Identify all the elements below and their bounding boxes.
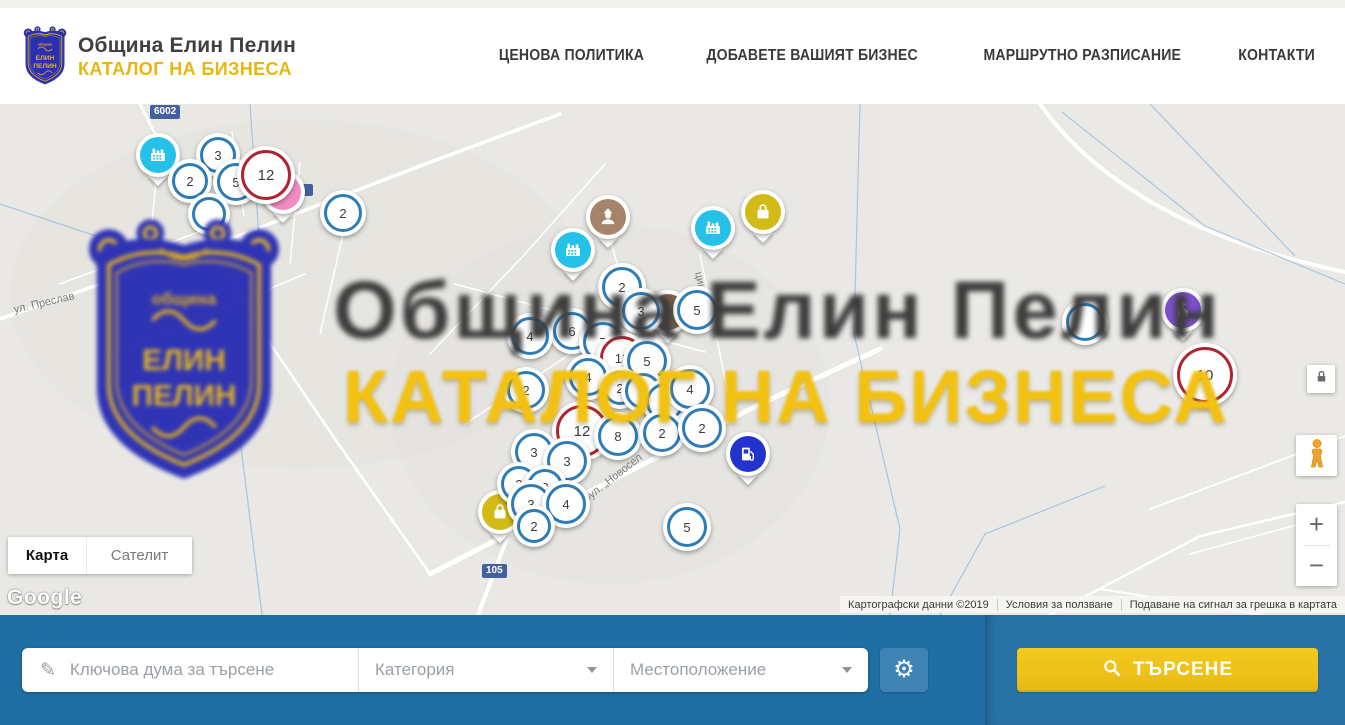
attribution-copyright: Картографски данни ©2019 <box>840 599 997 611</box>
main-nav: ЦЕНОВА ПОЛИТИКА ДОБАВЕТЕ ВАШИЯТ БИЗНЕС М… <box>489 8 1320 104</box>
zoom-control: + − <box>1296 504 1337 586</box>
nav-item-add-business[interactable]: ДОБАВЕТЕ ВАШИЯТ БИЗНЕС <box>707 47 918 65</box>
attribution-report-error-link[interactable]: Подаване на сигнал за грешка в картата <box>1121 599 1345 611</box>
pencil-icon: ✎ <box>40 659 56 682</box>
svg-text:ПЕЛИН: ПЕЛИН <box>33 63 57 70</box>
zoom-in-button[interactable]: + <box>1296 504 1337 545</box>
category-select-value: Категория <box>375 660 454 680</box>
location-select-value: Местоположение <box>630 660 766 680</box>
gear-icon: ⚙ <box>893 658 915 682</box>
nav-item-pricing[interactable]: ЦЕНОВА ПОЛИТИКА <box>499 47 644 65</box>
search-icon <box>1102 658 1122 683</box>
site-title: Община Елин Пелин КАТАЛОГ НА БИЗНЕСА <box>78 34 296 80</box>
keyword-field[interactable]: ✎ <box>22 648 358 692</box>
chevron-down-icon <box>587 667 597 673</box>
satellite-view-button[interactable]: Сателит <box>86 537 192 574</box>
search-fields-group: ✎ Категория Местоположение <box>22 648 868 692</box>
page: община ЕЛИНПЕЛИН Община Елин Пелин КАТАЛО… <box>0 0 1345 725</box>
nav-item-route-schedule[interactable]: МАРШРУТНО РАЗПИСАНИЕ <box>984 47 1182 65</box>
map-attribution: Картографски данни ©2019 Условия за полз… <box>840 596 1345 613</box>
lock-icon <box>1314 369 1329 389</box>
nav-item-contacts[interactable]: КОНТАКТИ <box>1238 47 1315 65</box>
header: община ЕЛИНПЕЛИН Община Елин Пелин КАТАЛО… <box>0 8 1345 105</box>
site-title-line1: Община Елин Пелин <box>78 34 296 59</box>
lock-button[interactable] <box>1307 365 1335 393</box>
pegman-icon <box>1305 438 1329 473</box>
zoom-out-button[interactable]: − <box>1296 546 1337 587</box>
keyword-input[interactable] <box>68 659 322 681</box>
attribution-terms-link[interactable]: Условия за ползване <box>997 599 1121 611</box>
category-select[interactable]: Категория <box>359 648 613 692</box>
google-map[interactable]: 6002105ул. Преславбул. „Новоселции“ 3251… <box>0 104 1345 615</box>
location-select[interactable]: Местоположение <box>614 648 868 692</box>
municipality-crest-logo[interactable]: община ЕЛИНПЕЛИН <box>22 25 68 87</box>
map-view-button[interactable]: Карта <box>8 537 86 574</box>
pegman-button[interactable] <box>1296 435 1337 476</box>
google-logo[interactable]: Google <box>7 586 82 610</box>
map-type-control: Карта Сателит <box>8 537 192 574</box>
chevron-down-icon <box>842 667 852 673</box>
search-button[interactable]: ТЪРСЕНЕ <box>1017 648 1318 692</box>
advanced-settings-button[interactable]: ⚙ <box>880 648 928 692</box>
svg-text:община: община <box>38 42 53 46</box>
search-button-label: ТЪРСЕНЕ <box>1133 659 1233 681</box>
site-title-line2: КАТАЛОГ НА БИЗНЕСА <box>78 59 296 80</box>
svg-text:ЕЛИН: ЕЛИН <box>36 55 55 62</box>
search-bar: ✎ Категория Местоположение ⚙ <box>0 615 1345 725</box>
map-controls-layer: Карта Сателит <box>0 104 1345 615</box>
